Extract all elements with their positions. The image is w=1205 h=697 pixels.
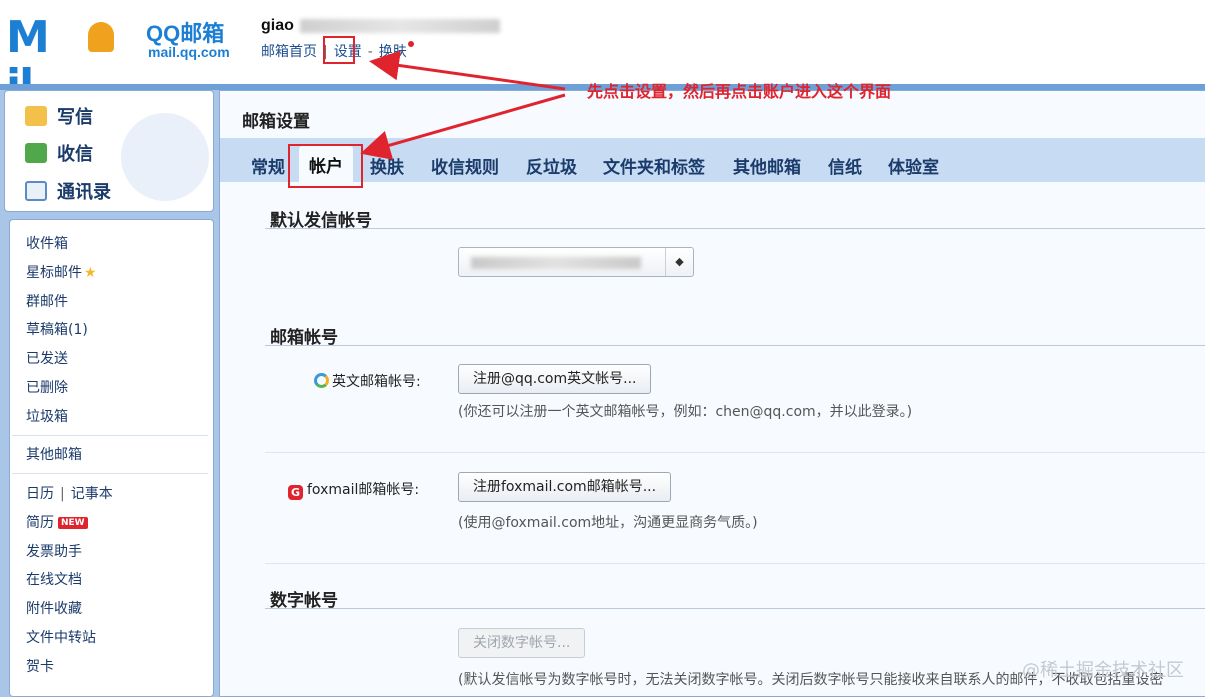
arrow-to-settings [369, 50, 566, 91]
annotation-arrows [360, 50, 566, 160]
watermark: @稀土掘金技术社区 [1022, 660, 1184, 681]
arrow-to-account-tab [360, 93, 566, 160]
annotation-text: 先点击设置，然后再点击账户进入这个界面 [587, 82, 892, 101]
